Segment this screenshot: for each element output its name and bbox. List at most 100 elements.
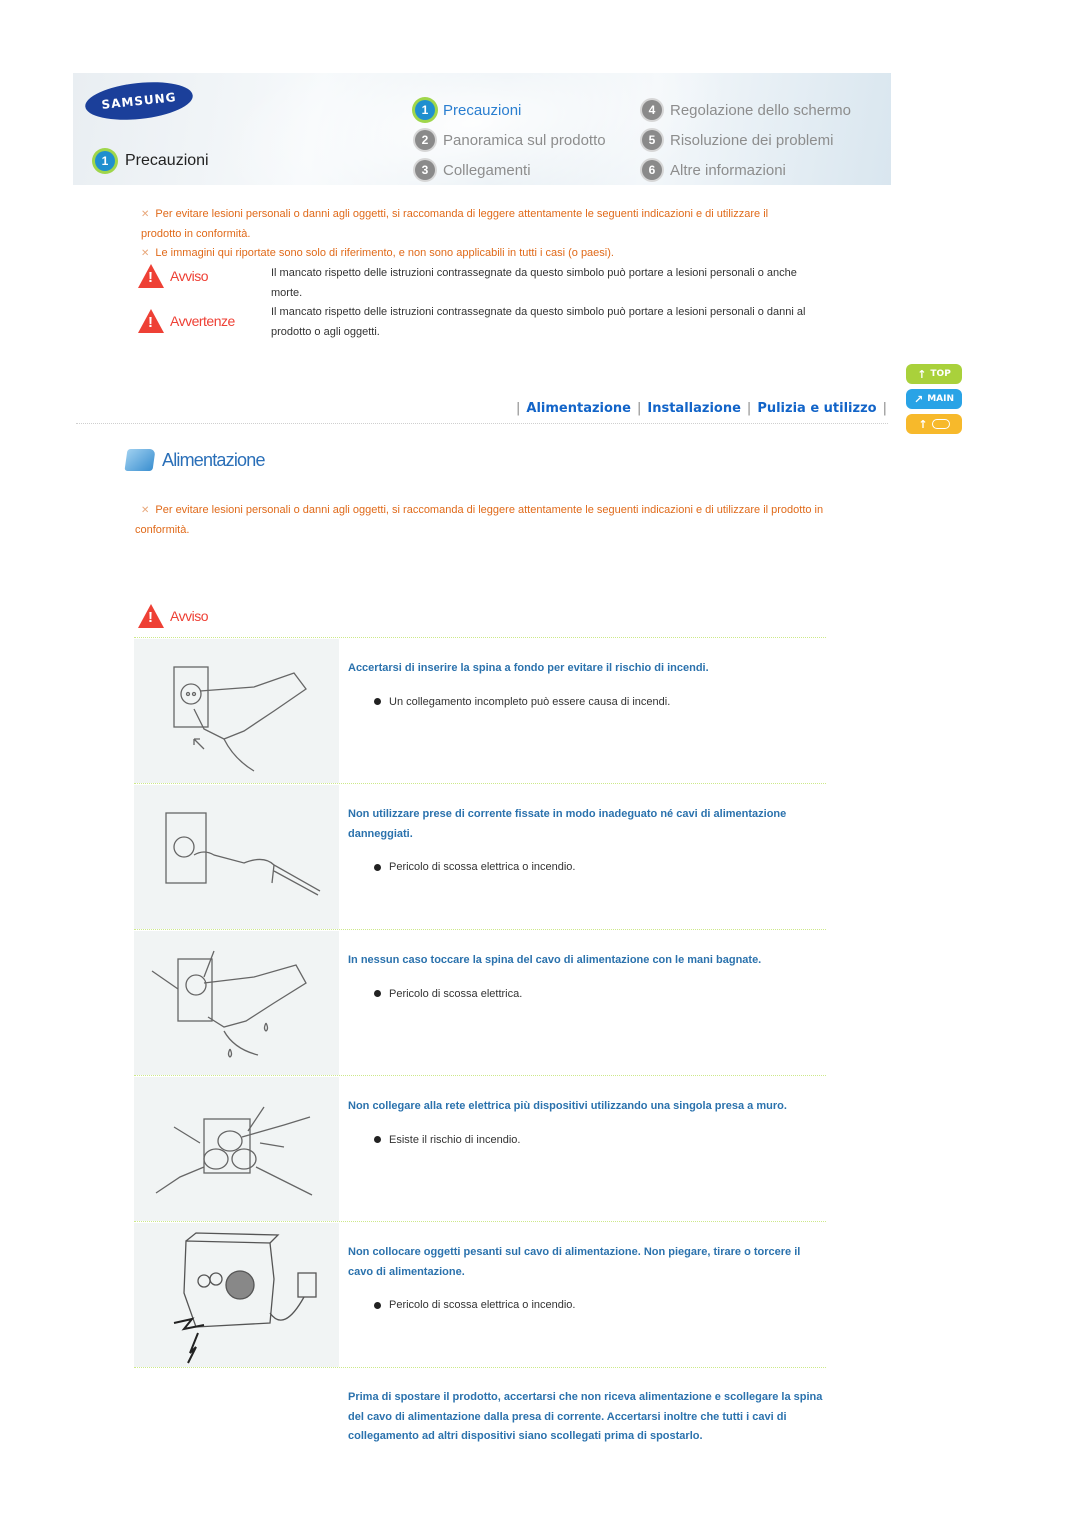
wet-hand-illustration <box>134 931 339 1075</box>
number-1-icon: 1 <box>415 100 435 120</box>
precaution-list: Accertarsi di inserire la spina a fondo … <box>134 637 826 1458</box>
avviso-badge: Avviso <box>138 264 208 288</box>
item-title: Accertarsi di inserire la spina a fondo … <box>348 662 709 674</box>
intro-note-text: Le immagini qui riportate sono solo di r… <box>155 247 614 259</box>
note-marker-icon: ✕ <box>141 248 150 259</box>
final-precaution: Prima di spostare il prodotto, accertars… <box>134 1367 826 1458</box>
number-2-icon: 2 <box>415 130 435 150</box>
precaution-item: Non collocare oggetti pesanti sul cavo d… <box>134 1221 826 1367</box>
number-6-icon: 6 <box>642 160 662 180</box>
menu-item-label: Regolazione dello schermo <box>670 101 851 119</box>
samsung-logo[interactable]: SAMSUNG <box>83 77 195 125</box>
warning-triangle-icon <box>138 309 164 333</box>
bullet-dot-icon <box>374 990 381 997</box>
anchor-pulizia[interactable]: Pulizia e utilizzo <box>757 401 876 416</box>
item-title: Non collocare oggetti pesanti sul cavo d… <box>348 1246 801 1278</box>
number-4-icon: 4 <box>642 100 662 120</box>
anchor-alimentazione[interactable]: Alimentazione <box>526 401 631 416</box>
heavy-object-cord-illustration <box>134 1223 339 1367</box>
precaution-item: Accertarsi di inserire la spina a fondo … <box>134 637 826 783</box>
step-arrow-icon: ↗ <box>913 392 924 406</box>
item-bullet: Pericolo di scossa elettrica. <box>374 988 828 1000</box>
anchor-installazione[interactable]: Installazione <box>647 401 741 416</box>
precaution-item: Non collegare alla rete elettrica più di… <box>134 1075 826 1221</box>
intro-note-2: ✕ Le immagini qui riportate sono solo di … <box>141 244 801 264</box>
current-section-label: Precauzioni <box>125 152 209 169</box>
overloaded-socket-illustration <box>134 1077 339 1221</box>
bullet-dot-icon <box>374 1136 381 1143</box>
avviso-badge: Avviso <box>138 604 208 628</box>
number-1-icon: 1 <box>95 151 115 171</box>
warning-label: Avvertenze <box>170 313 235 329</box>
intro-note-text: Per evitare lesioni personali o danni ag… <box>141 208 769 240</box>
item-bullet: Esiste il rischio di incendio. <box>374 1134 828 1146</box>
item-title: Non utilizzare prese di corrente fissate… <box>348 808 787 840</box>
warning-label: Avviso <box>170 608 208 624</box>
menu-item-label: Altre informazioni <box>670 161 786 179</box>
top-button-label: TOP <box>930 369 951 379</box>
arrow-up-icon: ↑ <box>917 367 927 381</box>
bullet-dot-icon <box>374 1301 381 1309</box>
section-anchor-nav: | Alimentazione | Installazione | Pulizia e u… <box>510 401 893 416</box>
current-section-title: 1 Precauzioni <box>95 151 209 171</box>
cloud-icon <box>931 419 950 429</box>
note-marker-icon: ✕ <box>141 505 150 516</box>
menu-item-panoramica[interactable]: 2 Panoramica sul prodotto <box>415 125 606 155</box>
section-title: Alimentazione <box>124 449 265 471</box>
section-note: ✕ Per evitare lesioni personali o danni a… <box>135 501 835 540</box>
item-title: In nessun caso toccare la spina del cavo… <box>348 954 762 966</box>
warning-label: Avviso <box>170 268 208 284</box>
main-button-label: MAIN <box>927 394 955 404</box>
top-button[interactable]: ↑ TOP <box>906 364 962 384</box>
separator: | <box>882 401 887 416</box>
arrow-up-icon: ↑ <box>918 417 928 431</box>
menu-item-collegamenti[interactable]: 3 Collegamenti <box>415 155 606 185</box>
menu-item-label: Collegamenti <box>443 161 531 179</box>
item-bullet-text: Pericolo di scossa elettrica o incendio. <box>389 861 576 873</box>
item-bullet: Un collegamento incompleto può essere ca… <box>374 696 828 708</box>
damaged-cord-illustration <box>134 785 339 929</box>
separator: | <box>516 401 521 416</box>
folder-icon <box>124 449 156 471</box>
warning-triangle-icon <box>138 264 164 288</box>
final-note-text: Prima di spostare il prodotto, accertars… <box>348 1391 823 1442</box>
item-title: Non collegare alla rete elettrica più di… <box>348 1100 787 1112</box>
bullet-dot-icon <box>374 698 381 705</box>
warning-description: Il mancato rispetto delle istruzioni con… <box>271 267 797 299</box>
back-button[interactable]: ↑ <box>906 414 962 434</box>
logo-text: SAMSUNG <box>100 90 178 112</box>
note-marker-icon: ✕ <box>141 209 150 220</box>
avvertenze-badge: Avvertenze <box>138 309 235 333</box>
item-bullet: Pericolo di scossa elettrica o incendio. <box>374 1299 828 1311</box>
item-bullet-text: Pericolo di scossa elettrica o incendio. <box>389 1299 576 1311</box>
chapter-menu-right: 4 Regolazione dello schermo 5 Risoluzion… <box>642 95 851 185</box>
menu-item-label: Risoluzione dei problemi <box>670 131 834 149</box>
menu-item-precauzioni[interactable]: 1 Precauzioni <box>415 95 606 125</box>
side-navigation: ↑ TOP ↗ MAIN ↑ <box>906 364 962 439</box>
precaution-item: Non utilizzare prese di corrente fissate… <box>134 783 826 929</box>
warning-triangle-icon <box>138 604 164 628</box>
menu-item-label: Panoramica sul prodotto <box>443 131 606 149</box>
item-bullet: Pericolo di scossa elettrica o incendio. <box>374 861 828 873</box>
menu-item-risoluzione[interactable]: 5 Risoluzione dei problemi <box>642 125 851 155</box>
item-bullet-text: Esiste il rischio di incendio. <box>389 1133 521 1146</box>
intro-note-1: ✕ Per evitare lesioni personali o danni a… <box>141 205 801 244</box>
hand-plug-illustration <box>134 639 339 783</box>
separator: | <box>746 401 752 416</box>
separator: | <box>637 401 642 416</box>
precaution-item: In nessun caso toccare la spina del cavo… <box>134 929 826 1075</box>
section-note-text: Per evitare lesioni personali o danni ag… <box>135 504 824 536</box>
number-3-icon: 3 <box>415 160 435 180</box>
item-bullet-text: Un collegamento incompleto può essere ca… <box>389 695 671 708</box>
number-5-icon: 5 <box>642 130 662 150</box>
main-button[interactable]: ↗ MAIN <box>906 389 962 409</box>
menu-item-altre-informazioni[interactable]: 6 Altre informazioni <box>642 155 851 185</box>
menu-item-regolazione[interactable]: 4 Regolazione dello schermo <box>642 95 851 125</box>
section-title-text: Alimentazione <box>162 449 265 470</box>
menu-item-label: Precauzioni <box>443 101 522 119</box>
warning-description: Il mancato rispetto delle istruzioni con… <box>271 306 806 338</box>
item-bullet-text: Pericolo di scossa elettrica. <box>389 987 523 1000</box>
header-banner: SAMSUNG 1 Precauzioni 1 Precauzioni 2 Pa… <box>73 73 891 185</box>
bullet-dot-icon <box>374 863 381 871</box>
chapter-menu-left: 1 Precauzioni 2 Panoramica sul prodotto … <box>415 95 606 185</box>
